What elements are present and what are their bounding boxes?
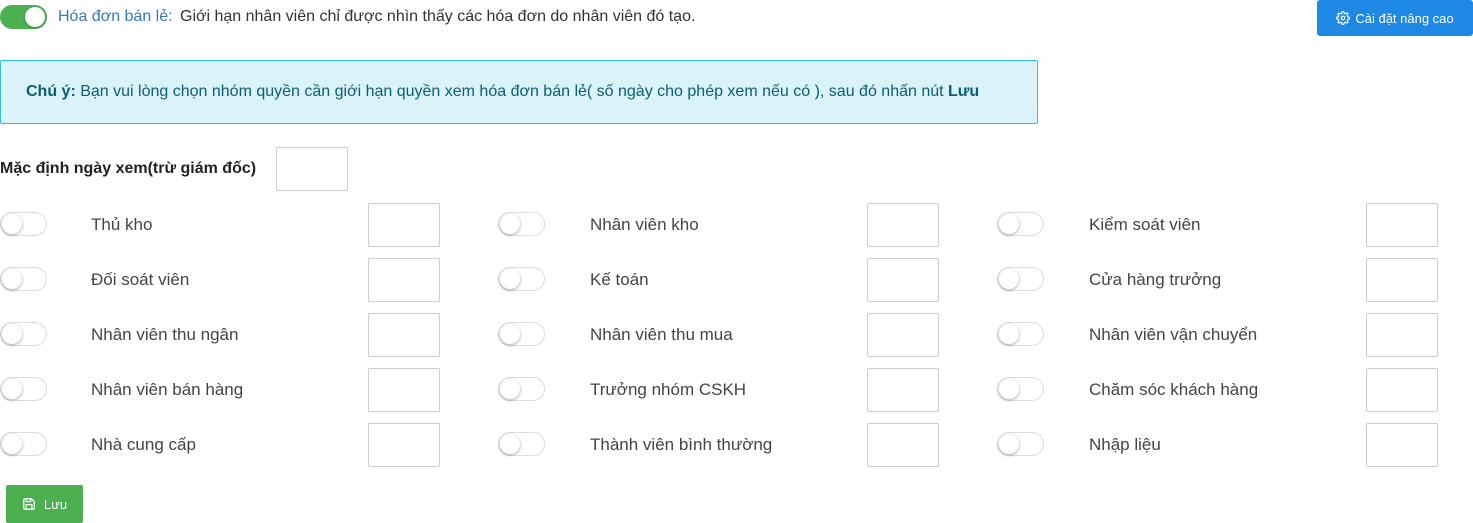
role-label: Kế toán <box>590 270 649 289</box>
toggle-knob <box>500 269 520 289</box>
role-toggle[interactable] <box>498 212 545 236</box>
retail-invoice-description: Giới hạn nhân viên chỉ được nhìn thấy cá… <box>180 8 696 25</box>
advanced-settings-button[interactable]: Cài đặt nâng cao <box>1317 0 1473 36</box>
role-label: Nhập liệu <box>1089 435 1161 454</box>
role-toggle[interactable] <box>498 377 545 401</box>
toggle-knob <box>2 379 22 399</box>
role-label: Trưởng nhóm CSKH <box>590 380 747 399</box>
role-label: Kiểm soát viên <box>1089 215 1201 234</box>
toggle-knob <box>2 269 22 289</box>
toggle-knob <box>500 214 520 234</box>
retail-invoice-toggle[interactable] <box>0 5 47 29</box>
save-label: Lưu <box>43 496 68 512</box>
role-label: Đối soát viên <box>91 270 190 289</box>
toggle-knob <box>25 7 45 27</box>
role-label: Nhân viên thu ngân <box>91 325 239 344</box>
role-label: Nhân viên vận chuyển <box>1089 325 1258 344</box>
role-days-input[interactable] <box>867 258 939 302</box>
default-view-days-label: Mặc định ngày xem(trừ giám đốc) <box>0 160 257 177</box>
role-label: Thủ kho <box>91 215 153 234</box>
role-label: Chăm sóc khách hàng <box>1089 380 1259 399</box>
alert-emphasis: Lưu <box>948 83 980 100</box>
role-label: Nhân viên bán hàng <box>91 380 244 399</box>
toggle-knob <box>2 214 22 234</box>
role-toggle[interactable] <box>0 267 47 291</box>
toggle-knob <box>500 434 520 454</box>
role-days-input[interactable] <box>368 203 440 247</box>
role-toggle[interactable] <box>0 322 47 346</box>
role-days-input[interactable] <box>1366 368 1438 412</box>
toggle-knob <box>999 324 1019 344</box>
retail-invoice-title: Hóa đơn bán lẻ: <box>58 8 173 25</box>
role-days-input[interactable] <box>867 423 939 467</box>
role-toggle[interactable] <box>997 432 1044 456</box>
role-days-input[interactable] <box>1366 423 1438 467</box>
role-days-input[interactable] <box>867 203 939 247</box>
role-toggle[interactable] <box>997 377 1044 401</box>
role-toggle[interactable] <box>0 377 47 401</box>
toggle-knob <box>999 379 1019 399</box>
role-days-input[interactable] <box>368 258 440 302</box>
notice-alert: Chú ý: Bạn vui lòng chọn nhóm quyền cần … <box>0 60 1038 124</box>
alert-message: Bạn vui lòng chọn nhóm quyền cần giới hạ… <box>75 83 949 100</box>
toggle-knob <box>2 434 22 454</box>
toggle-knob <box>2 324 22 344</box>
role-toggle[interactable] <box>498 267 545 291</box>
role-label: Cửa hàng trưởng <box>1089 270 1222 289</box>
role-label: Nhà cung cấp <box>91 435 196 454</box>
toggle-knob <box>500 379 520 399</box>
role-days-input[interactable] <box>1366 258 1438 302</box>
role-label: Nhân viên kho <box>590 215 699 234</box>
toggle-knob <box>999 214 1019 234</box>
floppy-disk-icon <box>23 498 35 510</box>
role-days-input[interactable] <box>368 423 440 467</box>
role-toggle[interactable] <box>997 212 1044 236</box>
role-days-input[interactable] <box>368 313 440 357</box>
toggle-knob <box>999 269 1019 289</box>
gear-icon <box>1336 11 1351 25</box>
role-toggle[interactable] <box>498 322 545 346</box>
role-toggle[interactable] <box>0 432 47 456</box>
role-days-input[interactable] <box>1366 203 1438 247</box>
save-button[interactable]: Lưu <box>6 485 83 523</box>
toggle-knob <box>500 324 520 344</box>
role-label: Nhân viên thu mua <box>590 325 733 344</box>
role-label: Thành viên bình thường <box>590 435 773 454</box>
role-days-input[interactable] <box>867 313 939 357</box>
alert-prefix: Chú ý: <box>26 83 76 100</box>
role-toggle[interactable] <box>997 267 1044 291</box>
role-days-input[interactable] <box>867 368 939 412</box>
role-toggle[interactable] <box>0 212 47 236</box>
role-toggle[interactable] <box>997 322 1044 346</box>
role-days-input[interactable] <box>368 368 440 412</box>
advanced-settings-label: Cài đặt nâng cao <box>1355 10 1454 26</box>
toggle-knob <box>999 434 1019 454</box>
default-view-days-input[interactable] <box>276 147 348 191</box>
role-days-input[interactable] <box>1366 313 1438 357</box>
role-toggle[interactable] <box>498 432 545 456</box>
